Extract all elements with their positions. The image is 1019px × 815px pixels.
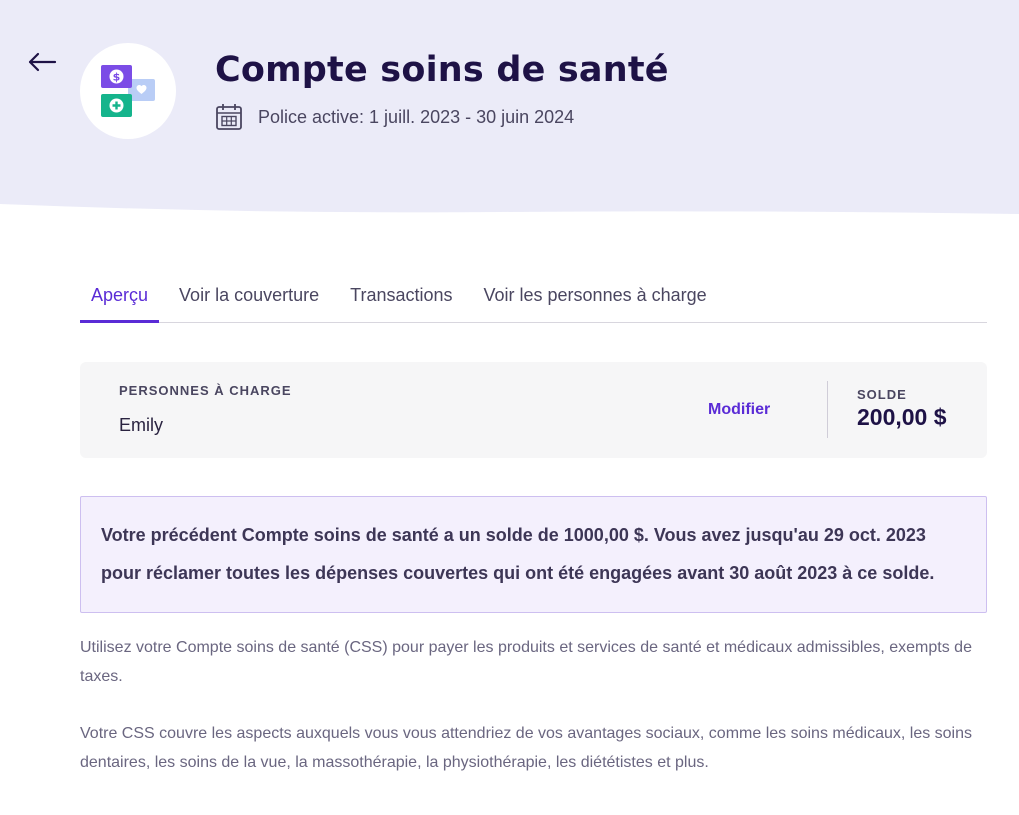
previous-balance-notice: Votre précédent Compte soins de santé a … <box>80 496 987 613</box>
tab-personnes-a-charge[interactable]: Voir les personnes à charge <box>473 268 718 322</box>
calendar-icon <box>216 104 242 130</box>
policy-period: Police active: 1 juill. 2023 - 30 juin 2… <box>214 102 574 132</box>
balance-label: SOLDE <box>857 387 907 402</box>
card-divider <box>827 381 828 438</box>
balance-value: 200,00 $ <box>857 404 947 430</box>
description-paragraph-2: Votre CSS couvre les aspects auxquels vo… <box>80 725 973 771</box>
modify-dependents-link[interactable]: Modifier <box>708 401 770 419</box>
tab-transactions[interactable]: Transactions <box>339 268 463 322</box>
dependent-name: Emily <box>119 415 163 435</box>
notice-text: Votre précédent Compte soins de santé a … <box>101 525 935 583</box>
dependents-label: PERSONNES À CHARGE <box>119 383 292 398</box>
description-paragraph-1: Utilisez votre Compte soins de santé (CS… <box>80 639 972 685</box>
back-button[interactable] <box>24 46 60 78</box>
policy-period-text: Police active: 1 juill. 2023 - 30 juin 2… <box>258 106 575 127</box>
app-icon: $ <box>80 43 176 139</box>
page-title: Compte soins de santé <box>215 50 669 90</box>
tab-voir-couverture[interactable]: Voir la couverture <box>168 268 330 322</box>
tab-bar: Aperçu Voir la couverture Transactions V… <box>80 268 987 323</box>
arrow-left-icon <box>28 52 57 72</box>
summary-card: PERSONNES À CHARGE Emily Modifier SOLDE … <box>80 362 987 458</box>
svg-text:$: $ <box>113 71 121 84</box>
health-account-icon: $ <box>101 65 155 117</box>
tab-apercu[interactable]: Aperçu <box>80 268 160 323</box>
